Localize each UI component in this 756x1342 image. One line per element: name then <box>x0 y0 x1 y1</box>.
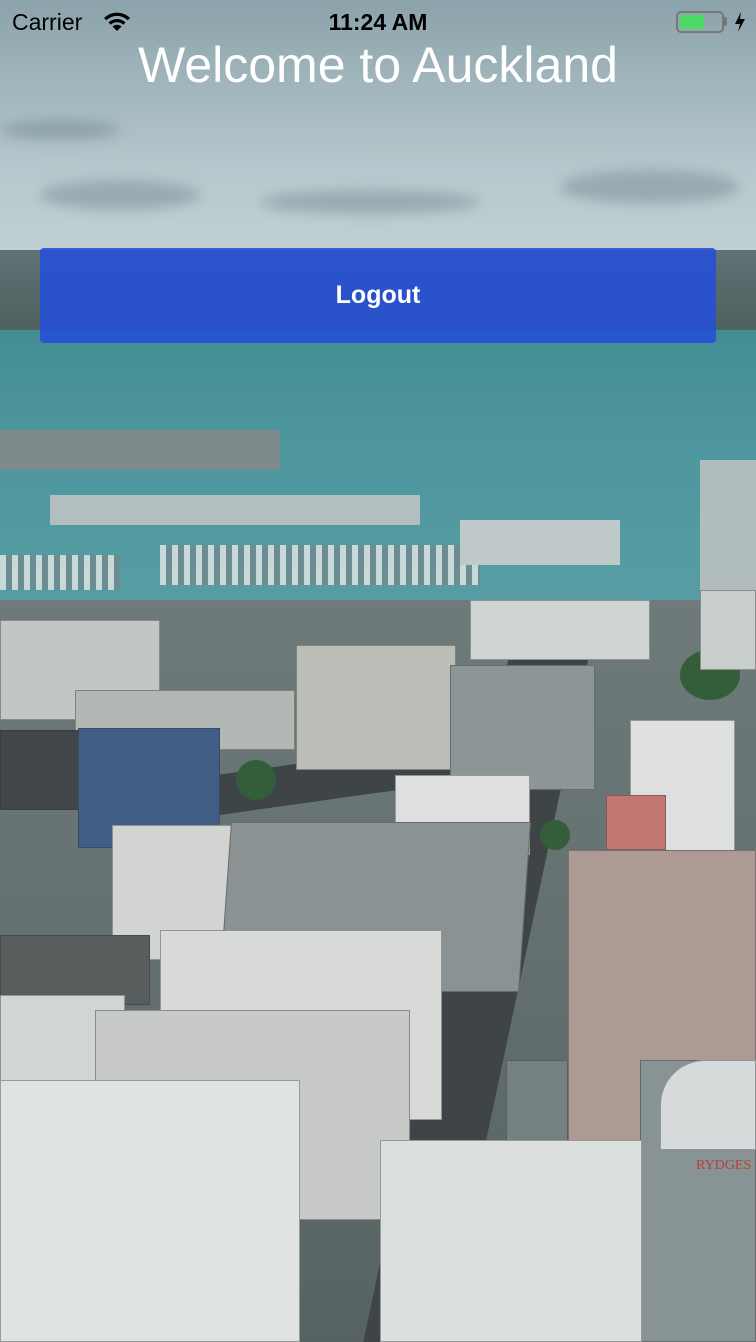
page-title: Welcome to Auckland <box>138 37 618 93</box>
battery-icon <box>676 11 724 33</box>
logout-button[interactable]: Logout <box>40 248 716 343</box>
clock: 11:24 AM <box>328 9 428 35</box>
battery-level <box>680 15 704 29</box>
charging-bolt-icon <box>735 12 745 32</box>
battery-nub <box>724 17 727 26</box>
background-photo: RYDGES <box>0 0 756 1342</box>
